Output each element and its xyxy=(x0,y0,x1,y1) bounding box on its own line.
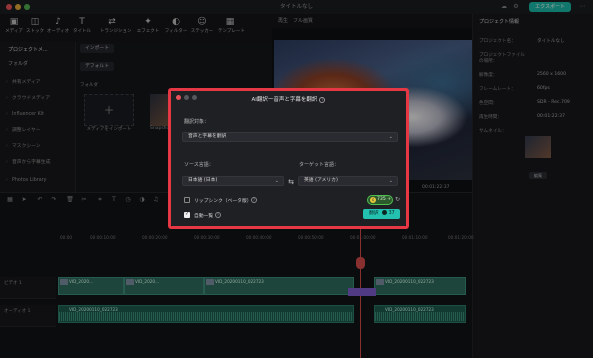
source-language-label: ソース言語： xyxy=(184,162,214,168)
ai-translate-dialog: AI翻訳ー音声と字幕を翻訳? 翻訳対象： 音声と字幕を翻訳 ⌄ ソース言語： ター… xyxy=(171,91,406,226)
coin-icon xyxy=(381,210,387,215)
credits-badge[interactable]: ¢ 735 + xyxy=(367,195,393,205)
source-language-select[interactable]: 日本語 (日本) ⌄ xyxy=(182,176,284,186)
lipsync-help-icon[interactable]: ? xyxy=(251,197,257,203)
target-language-select[interactable]: 英語 (アメリカ) ⌄ xyxy=(298,176,398,186)
translate-button[interactable]: 翻訳 37 xyxy=(363,209,400,219)
lipsync-checkbox[interactable] xyxy=(184,197,190,203)
chevron-down-icon: ⌄ xyxy=(388,178,393,184)
app-window: タイトルなし ☁ ⚙ エクスポート ⋯ ▣ メディア ◫ ストック ♪ オーディオ T… xyxy=(0,0,593,358)
lipsync-label: リップシンク（ベータ版） xyxy=(194,199,252,204)
chevron-down-icon: ⌄ xyxy=(274,178,279,184)
dialog-title: AI翻訳ー音声と字幕を翻訳? xyxy=(251,96,326,103)
help-icon[interactable]: ? xyxy=(319,96,326,103)
translate-target-select[interactable]: 音声と字幕を翻訳 ⌄ xyxy=(182,132,398,142)
refresh-icon[interactable]: ↻ xyxy=(395,196,400,203)
target-label: 翻訳対象： xyxy=(184,119,210,125)
coin-icon: ¢ xyxy=(370,197,376,203)
target-language-label: ターゲット言語： xyxy=(299,162,340,168)
auto-adjust-help-icon[interactable]: ? xyxy=(215,212,221,218)
swap-languages-icon[interactable]: ⇆ xyxy=(287,178,295,186)
auto-adjust-checkbox[interactable] xyxy=(184,211,190,218)
auto-adjust-label: 自動一覧 xyxy=(194,214,214,219)
chevron-down-icon: ⌄ xyxy=(388,134,393,140)
